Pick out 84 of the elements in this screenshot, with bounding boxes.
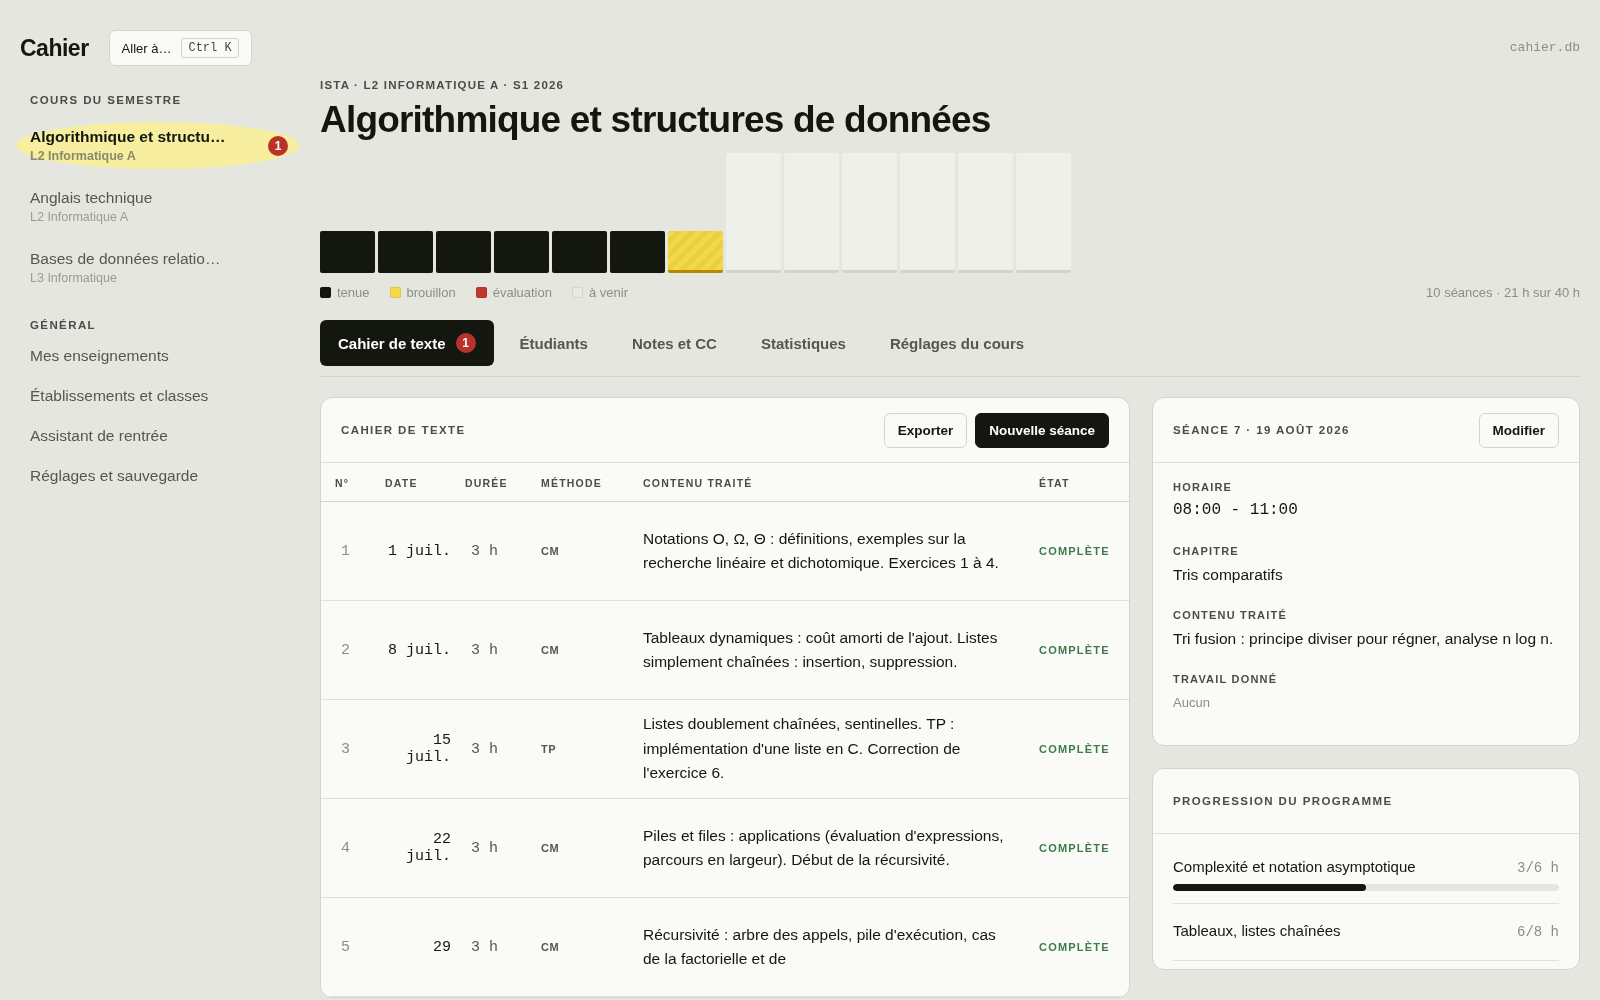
table-cell-text: 5 [340,938,350,956]
page-title: Algorithmique et structures de données [320,99,992,141]
field-label: TRAVAIL DONNÉ [1173,673,1279,685]
table-cell-text: 1 [340,542,350,560]
table-cell: CM [541,941,560,953]
section-title: GÉNÉRAL [30,319,98,331]
column-header: DATE [371,463,451,502]
export-button[interactable]: Exporter [883,412,968,448]
table-cell-text: 3 h [470,542,498,560]
table-cell-text: 3 h [470,938,498,956]
tab[interactable]: Étudiants [501,320,606,366]
new-session-button[interactable]: Nouvelle séance [975,412,1109,448]
table-cell-text: 22 juil. [405,831,451,865]
field-value: Tri fusion : principe diviser pour régner, analyse n log n. [1173,629,1555,649]
table-cell-text: 8 juil. [387,641,451,659]
table-cell-text: 4 [340,839,350,857]
course-item[interactable]: Bases de données relatio… L3 Informatique [20,244,300,291]
course-name: Bases de données relatio… [30,250,221,268]
course-group: L2 Informatique A [30,210,153,224]
nav-link[interactable]: Mes enseignements [30,347,320,365]
field-value: Aucun [1173,694,1211,712]
course-item[interactable]: Anglais technique L2 Informatique A [20,183,300,230]
chapter-hours: 6/8 h [1517,924,1559,940]
legend-label: à venir [589,285,628,300]
table-cell-text: 29 [432,938,451,956]
table-cell: CM [541,545,560,557]
legend-label: brouillon [406,285,456,300]
nav-link[interactable]: Établissements et classes [30,387,320,405]
count-badge: 1 [455,333,476,353]
chapter-name: Tableaux, listes chaînées [1173,922,1341,939]
field-label: HORAIRE [1173,481,1234,493]
table-cell-text: 1 juil. [387,542,451,560]
table-cell-text: 2 [340,641,350,659]
column-header: N° [321,463,371,502]
chapter-hours: 3/6 h [1517,860,1559,876]
session-summary: 10 séances · 21 h sur 40 h [1426,285,1580,300]
table-cell-text: 15 juil. [405,732,451,766]
field-value: 08:00 - 11:00 [1173,500,1299,521]
status-label: COMPLÈTE [1039,743,1110,755]
column-header: DURÉE [451,463,527,502]
status-label: COMPLÈTE [1039,644,1110,656]
legend-label: tenue [337,285,370,300]
tab[interactable]: Cahier de texte 1 [320,320,494,366]
column-header: ÉTAT [1025,463,1129,502]
legend-label: évaluation [492,285,552,300]
course-name: Anglais technique [30,189,153,207]
status-label: COMPLÈTE [1039,545,1110,557]
app-logo: Cahier [20,34,89,62]
field-value: Tris comparatifs [1173,565,1284,585]
status-label: COMPLÈTE [1039,842,1110,854]
goto-button[interactable]: Aller à… Ctrl K [108,30,252,66]
table-cell-text: Piles et files : applications (évaluation d'expressions, parcours en largeur). Début de la récursivité. [643,825,1005,870]
database-name: cahier.db [1509,40,1580,55]
edit-button[interactable]: Modifier [1478,412,1559,448]
table-cell: CM [541,644,560,656]
tab[interactable]: Statistiques [742,320,864,366]
status-label: COMPLÈTE [1039,941,1110,953]
tab[interactable]: Réglages du cours [871,320,1043,366]
card-title: PROGRESSION DU PROGRAMME [1173,795,1393,807]
course-group: L3 Informatique [30,271,221,285]
chapter-name: Complexité et notation asymptotique [1173,858,1416,875]
field-label: CHAPITRE [1173,545,1240,557]
table-cell-text: 3 h [470,740,498,758]
tab[interactable]: Notes et CC [613,320,735,366]
nav-link[interactable]: Réglages et sauvegarde [30,467,320,485]
table-cell-text: Tableaux dynamiques : coût amorti de l'ajout. Listes simplement chaînées : insertion, suppression. [643,627,999,672]
column-header: MÉTHODE [527,463,629,502]
field-label: CONTENU TRAITÉ [1173,609,1288,621]
card-title: CAHIER DE TEXTE [341,424,466,436]
table-cell: CM [541,842,560,854]
table-cell-text: Récursivité : arbre des appels, pile d'exécution, cas de la factorielle et de [643,924,997,969]
card-title: SÉANCE 7 · 19 AOÛT 2026 [1173,424,1350,436]
table-cell-text: 3 h [470,839,498,857]
breadcrumb: ISTA · L2 INFORMATIQUE A · S1 2026 [320,79,566,91]
table-cell: TP [541,743,557,755]
course-name: Algorithmique et structu… [30,128,226,146]
table-cell-text: Notations O, Ω, Θ : définitions, exemples sur la recherche linéaire et dichotomique. Exercices 1 à 4. [643,528,1000,573]
table-cell-text: Listes doublement chaînées, sentinelles. TP : implémentation d'une liste en C. Correction de l'exercice 6. [643,714,962,784]
column-header: CONTENU TRAITÉ [629,463,1025,502]
section-title: COURS DU SEMESTRE [30,94,183,106]
nav-link[interactable]: Assistant de rentrée [30,427,320,445]
table-cell-text: 3 [340,740,350,758]
count-badge: 1 [268,135,288,156]
table-cell-text: 3 h [470,641,498,659]
